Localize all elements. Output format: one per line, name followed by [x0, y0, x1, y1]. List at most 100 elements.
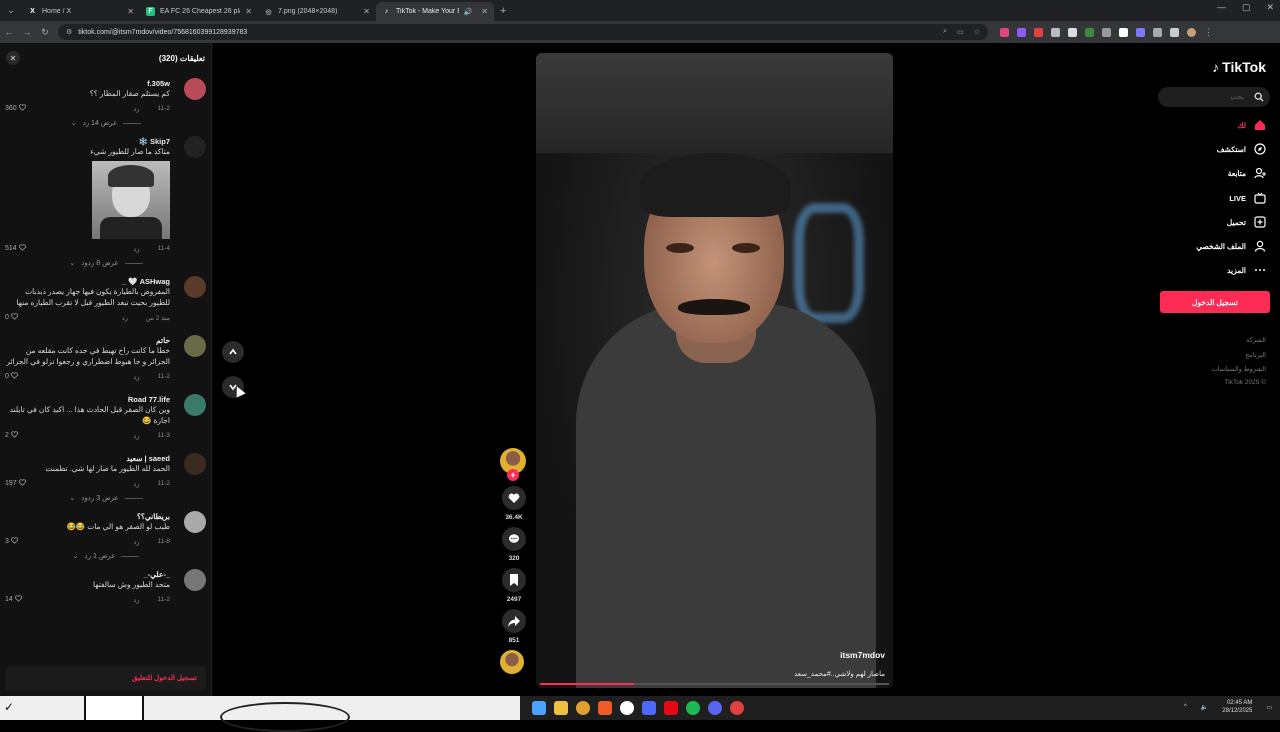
- comment-item[interactable]: بريطاني؟؟ طيب لو الصقر هو الي مات 😂😂 11-8 ر…: [0, 506, 212, 560]
- extension-icon[interactable]: [1034, 27, 1043, 37]
- tab-tiktok[interactable]: ♪ TikTok - Make Your Day 🔊 ✕: [376, 2, 494, 21]
- site-info-icon[interactable]: ⚙: [66, 28, 72, 36]
- comment-username[interactable]: f.305w: [6, 73, 170, 88]
- heart-outline-icon[interactable]: [10, 431, 18, 440]
- sidebar-item-more[interactable]: المزيد: [1227, 264, 1266, 276]
- commenter-avatar[interactable]: [184, 394, 206, 416]
- heart-outline-icon[interactable]: [10, 372, 18, 381]
- discord-icon[interactable]: [708, 701, 722, 715]
- extension-icon[interactable]: [1000, 27, 1009, 37]
- commenter-avatar[interactable]: [184, 453, 206, 475]
- spotify-icon[interactable]: [686, 701, 700, 715]
- reply-button[interactable]: رد: [133, 105, 139, 113]
- comment-username[interactable]: saeed | سعيد: [6, 448, 170, 463]
- close-icon[interactable]: ✕: [127, 7, 134, 16]
- comment-item[interactable]: f.305w كم يستلم صقار المطار ؟؟ 11-2 رد 360 عر…: [0, 73, 212, 127]
- extension-icon[interactable]: [1153, 27, 1162, 37]
- heart-outline-icon[interactable]: [10, 313, 18, 322]
- heart-outline-icon[interactable]: [10, 537, 18, 546]
- cast-icon[interactable]: ▭: [957, 28, 964, 36]
- heart-outline-icon[interactable]: [18, 244, 26, 253]
- commenter-avatar[interactable]: [184, 335, 206, 357]
- sidebar-item-live[interactable]: LIVE: [1229, 192, 1266, 204]
- comment-item[interactable]: saeed | سعيد الحمد لله الطيور ما صار لها …: [0, 448, 212, 502]
- reply-button[interactable]: رد: [122, 314, 128, 322]
- file-explorer-icon[interactable]: [554, 701, 568, 715]
- sidebar-item-home[interactable]: لك: [1237, 119, 1266, 131]
- tab-image[interactable]: ◎ 7.png (2048×2048) ✕: [258, 2, 376, 21]
- comment-item[interactable]: حاتم خطا ما كانت راح تهبط في جده كانت مقل…: [0, 330, 212, 389]
- comment-like-button[interactable]: 514: [5, 244, 26, 253]
- share-action[interactable]: 851: [500, 609, 528, 644]
- reload-icon[interactable]: ↻: [36, 27, 54, 38]
- comment-like-button[interactable]: 14: [5, 595, 22, 604]
- commenter-avatar[interactable]: [184, 78, 206, 100]
- new-tab-button[interactable]: +: [500, 5, 506, 17]
- speaker-icon[interactable]: 🔊: [464, 8, 473, 16]
- creator-avatar[interactable]: +: [500, 448, 526, 481]
- back-icon[interactable]: ←: [0, 27, 18, 37]
- zoom-icon[interactable]: ⌕: [943, 28, 947, 36]
- comment-username[interactable]: ASHwag 🤍 _: [6, 271, 170, 286]
- login-to-comment-link[interactable]: تسجيل الدخول للتعليق: [132, 674, 197, 682]
- comment-username[interactable]: حاتم: [6, 330, 170, 345]
- tab-search-button[interactable]: ⌄: [0, 0, 22, 21]
- comment-username[interactable]: Skip7 ❄️: [6, 131, 170, 146]
- clock[interactable]: 02:45 AM 28/12/2025: [1222, 699, 1252, 715]
- heart-outline-icon[interactable]: [18, 104, 26, 113]
- view-replies-button[interactable]: عرض 8 ردود ⌄: [6, 259, 206, 267]
- extension-icon[interactable]: [1102, 27, 1111, 37]
- like-action[interactable]: 36.4K: [500, 486, 528, 521]
- comment-action[interactable]: 320: [500, 527, 528, 562]
- comment-item[interactable]: Road 77.life وين كان الصقر قبل الحادث هذا…: [0, 389, 212, 448]
- comment-like-button[interactable]: 360: [5, 104, 26, 113]
- follow-plus-icon[interactable]: +: [507, 469, 519, 481]
- close-icon[interactable]: ✕: [245, 7, 252, 16]
- video-author[interactable]: itsm7mdov: [840, 650, 885, 660]
- commenter-avatar[interactable]: [184, 569, 206, 591]
- tiktok-logo[interactable]: ♪ TikTok: [1212, 59, 1266, 75]
- reply-button[interactable]: رد: [133, 432, 139, 440]
- tab-x[interactable]: X Home / X ✕: [22, 2, 140, 21]
- github-icon[interactable]: [620, 701, 634, 715]
- footer-company-link[interactable]: الشركة: [1246, 336, 1266, 344]
- reply-button[interactable]: رد: [133, 538, 139, 546]
- previous-video-button[interactable]: [222, 341, 244, 363]
- video-progress-bar[interactable]: [540, 683, 889, 685]
- close-icon[interactable]: ✕: [481, 7, 488, 16]
- commenter-avatar[interactable]: [184, 511, 206, 533]
- comment-item[interactable]: _-علي-_ متحد الطيور وش سالفتها 11-2 رد 14: [0, 564, 212, 612]
- comment-like-button[interactable]: 2: [5, 431, 18, 440]
- comment-like-button[interactable]: 0: [5, 372, 18, 381]
- comments-list[interactable]: f.305w كم يستلم صقار المطار ؟؟ 11-2 رد 360 عر…: [0, 73, 212, 653]
- comment-like-button[interactable]: 0: [5, 313, 18, 322]
- bookmark-icon[interactable]: [502, 568, 526, 592]
- music-disc-icon[interactable]: [500, 650, 524, 674]
- reply-button[interactable]: رد: [133, 596, 139, 604]
- heart-outline-icon[interactable]: [18, 479, 26, 488]
- extension-icon[interactable]: [1085, 27, 1094, 37]
- extension-icon[interactable]: [1051, 27, 1060, 37]
- extension-icon[interactable]: [1170, 27, 1179, 37]
- reply-button[interactable]: رد: [133, 245, 139, 253]
- app-icon[interactable]: [730, 701, 744, 715]
- bookmark-star-icon[interactable]: ☆: [974, 28, 980, 36]
- video-player[interactable]: itsm7mdov ماصار لهم ولاشي..#محمد_سعد: [536, 53, 893, 688]
- sidebar-item-compass[interactable]: استكشف: [1217, 143, 1266, 155]
- commenter-avatar[interactable]: [184, 276, 206, 298]
- commenter-avatar[interactable]: [184, 136, 206, 158]
- heart-outline-icon[interactable]: [14, 595, 22, 604]
- close-icon[interactable]: ✕: [6, 51, 20, 65]
- comment-like-button[interactable]: 3: [5, 537, 18, 546]
- extension-icon[interactable]: [1119, 27, 1128, 37]
- save-action[interactable]: 2497: [500, 568, 528, 603]
- search-input[interactable]: بحث: [1158, 87, 1270, 107]
- forward-icon[interactable]: →: [18, 27, 36, 37]
- footer-terms-link[interactable]: الشروط والسياسات: [1212, 365, 1266, 373]
- profile-avatar-icon[interactable]: [1187, 27, 1196, 37]
- notification-icon[interactable]: ▭: [1266, 704, 1272, 711]
- extension-icon[interactable]: [1068, 27, 1077, 37]
- extension-icon[interactable]: [1136, 27, 1145, 37]
- close-window-icon[interactable]: ✕: [1266, 2, 1274, 13]
- brave-icon[interactable]: [598, 701, 612, 715]
